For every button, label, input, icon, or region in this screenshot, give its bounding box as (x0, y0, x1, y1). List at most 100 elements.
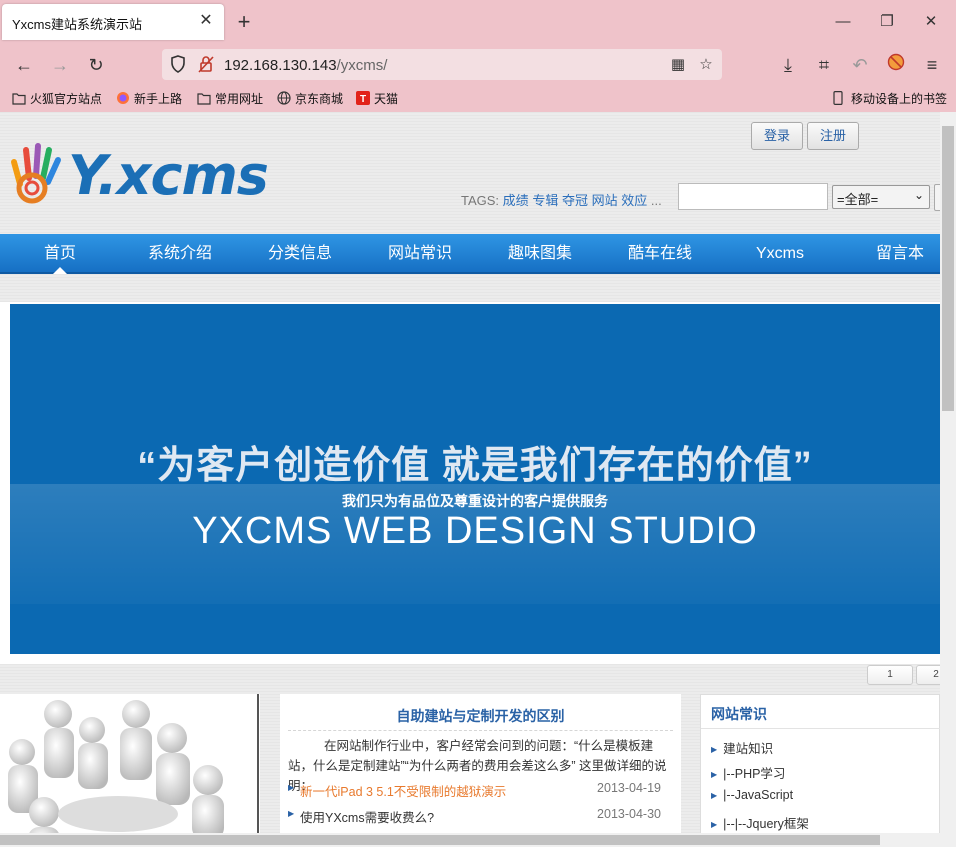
site-logo[interactable]: Y.xcms (4, 140, 269, 210)
sidebar-web-knowledge: 网站常识 ▶ 建站知识 ▶ |--PHP学习 ▶ |--JavaScript ▶ |--… (700, 694, 940, 833)
shield-icon[interactable] (168, 55, 188, 75)
minimize-icon[interactable]: — (828, 10, 858, 34)
bookmark-label: 常用网址 (215, 92, 264, 106)
sidebar-item[interactable]: ▶ 建站知识 (711, 738, 773, 757)
bullet-icon: ▶ (288, 809, 295, 818)
url-bar[interactable]: 192.168.130.143/yxcms/ ▦ ☆ (162, 49, 722, 80)
main-menu: 首页 系统介绍 分类信息 网站常识 趣味图集 酷车在线 Yxcms 留言本 (0, 234, 940, 274)
insecure-lock-icon[interactable] (196, 55, 216, 75)
close-window-icon[interactable]: ✕ (916, 10, 946, 34)
tags-label: TAGS: (461, 193, 500, 208)
slider-page-1[interactable]: 1 (867, 665, 913, 685)
bookmark-label: 京东商城 (295, 92, 344, 106)
chevron-down-icon: ⌄ (913, 188, 924, 202)
search-category-select[interactable]: =全部= ⌄ (832, 185, 930, 209)
back-icon[interactable]: ← (11, 52, 37, 78)
bookmark-jd[interactable]: 京东商城 (277, 90, 343, 107)
featured-article-title[interactable]: 自助建站与定制开发的区别 (280, 706, 681, 726)
new-tab-icon[interactable]: + (232, 10, 256, 34)
register-button[interactable]: 注册 (807, 122, 860, 150)
banner-frame: “为客户创造价值 就是我们存在的价值” 我们只为有品位及尊重设计的客户提供服务 … (0, 302, 940, 664)
sidebar-item-label: |--JavaScript (723, 788, 794, 802)
bookmark-label: 天猫 (374, 92, 399, 106)
tag-link[interactable]: 效应 (621, 193, 647, 208)
page-viewport: 登录 注册 Y.xcms TAGS: 成绩 专辑 夺冠 网站 效应 ... =全… (0, 112, 940, 833)
sidebar-item[interactable]: ▶ |--JavaScript (711, 788, 793, 802)
tmall-icon: T (356, 91, 370, 105)
bookmark-tmall[interactable]: T 天猫 (356, 90, 398, 107)
browser-tab[interactable]: Yxcms建站系统演示站 ✕ (2, 4, 224, 40)
menu-item-gallery[interactable]: 趣味图集 (480, 234, 600, 274)
bullet-icon: ▶ (711, 745, 718, 754)
svg-text:T: T (360, 94, 366, 105)
menu-item-classified[interactable]: 分类信息 (240, 234, 360, 274)
news-title[interactable]: 使用YXcms需要收费么? (300, 807, 434, 826)
tags-bar: TAGS: 成绩 专辑 夺冠 网站 效应 ... (461, 190, 662, 209)
sidebar-title[interactable]: 网站常识 (711, 704, 767, 724)
extension-icon[interactable] (883, 52, 909, 78)
folder-icon (197, 92, 211, 105)
hero-banner[interactable]: “为客户创造价值 就是我们存在的价值” 我们只为有品位及尊重设计的客户提供服务 … (10, 304, 940, 654)
menu-item-system-intro[interactable]: 系统介绍 (120, 234, 240, 274)
globe-icon (277, 91, 291, 105)
divider (288, 730, 673, 731)
forward-icon[interactable]: → (47, 52, 73, 78)
bookmark-firefox-official[interactable]: 火狐官方站点 (12, 90, 102, 107)
qr-code-icon[interactable]: ▦ (668, 55, 688, 75)
news-title[interactable]: 新一代iPad 3 5.1不受限制的越狱演示 (300, 781, 506, 800)
news-row[interactable]: ▶ 使用YXcms需要收费么? 2013-04-30 (288, 806, 673, 826)
bookmark-getting-started[interactable]: 新手上路 (116, 90, 182, 107)
menu-item-cars[interactable]: 酷车在线 (600, 234, 720, 274)
bookmark-label: 新手上路 (134, 92, 183, 106)
search-input[interactable] (678, 183, 828, 210)
mobile-bookmarks[interactable]: 移动设备上的书签 (833, 90, 947, 107)
menu-hamburger-icon[interactable]: ≡ (919, 52, 945, 78)
bullet-icon: ▶ (711, 770, 718, 779)
login-button[interactable]: 登录 (751, 122, 804, 150)
logo-hand-icon (11, 143, 61, 204)
banner-subtitle: 我们只为有品位及尊重设计的客户提供服务 (342, 493, 608, 509)
horizontal-scroll-thumb[interactable] (0, 835, 880, 845)
featured-article-panel: 自助建站与定制开发的区别 在网站制作行业中，客户经常会问到的问题：“什么是模板建… (280, 694, 681, 833)
menu-item-yxcms[interactable]: Yxcms (720, 234, 840, 274)
sidebar-item[interactable]: ▶ |--PHP学习 (711, 763, 785, 782)
horizontal-scrollbar[interactable] (0, 833, 956, 847)
bookmark-label: 火狐官方站点 (30, 92, 103, 106)
tag-link[interactable]: 夺冠 (562, 193, 588, 208)
divider (701, 728, 940, 729)
reload-icon[interactable]: ↻ (83, 52, 109, 78)
menu-item-web-knowledge[interactable]: 网站常识 (360, 234, 480, 274)
tags-ellipsis: ... (650, 193, 662, 208)
sidebar-item[interactable]: ▶ |--|--Jquery框架 (711, 813, 809, 832)
firefox-icon (116, 91, 130, 104)
bullet-icon: ▶ (288, 783, 295, 792)
search-select-value: =全部= (837, 192, 879, 207)
close-tab-icon[interactable]: ✕ (196, 11, 216, 31)
restore-icon[interactable]: ❐ (872, 10, 902, 34)
vertical-scrollbar[interactable] (940, 112, 956, 833)
vertical-scroll-thumb[interactable] (942, 126, 954, 411)
banner-quote: “为客户创造价值 就是我们存在的价值” (137, 445, 813, 487)
download-icon[interactable]: ⤓ (775, 52, 801, 78)
tag-link[interactable]: 网站 (592, 193, 618, 208)
mobile-device-icon (833, 91, 847, 106)
news-row[interactable]: ▶ 新一代iPad 3 5.1不受限制的越狱演示 2013-04-19 (288, 780, 673, 800)
tab-bar: Yxcms建站系统演示站 ✕ + — ❐ ✕ (0, 0, 956, 44)
slider-page-2[interactable]: 2 (916, 665, 940, 685)
news-date: 2013-04-30 (597, 807, 661, 821)
bookmark-star-icon[interactable]: ☆ (696, 55, 716, 75)
bookmark-label: 移动设备上的书签 (851, 92, 948, 106)
tag-link[interactable]: 成绩 (503, 193, 529, 208)
menu-item-guestbook[interactable]: 留言本 (840, 234, 940, 274)
menu-item-home[interactable]: 首页 (0, 234, 120, 274)
bookmark-common-sites[interactable]: 常用网址 (197, 90, 263, 107)
screenshot-crop-icon[interactable]: ⌗ (811, 52, 837, 78)
banner-english-title: YXCMS WEB DESIGN STUDIO (192, 510, 758, 552)
tag-link[interactable]: 专辑 (532, 193, 558, 208)
team-image[interactable] (0, 694, 260, 833)
sidebar-item-label: 建站知识 (723, 742, 774, 756)
logo-text: Y.xcms (68, 144, 269, 207)
undo-icon[interactable]: ↶ (847, 52, 873, 78)
sidebar-item-label: |--|--Jquery框架 (723, 817, 809, 831)
url-text: 192.168.130.143/yxcms/ (224, 57, 387, 74)
